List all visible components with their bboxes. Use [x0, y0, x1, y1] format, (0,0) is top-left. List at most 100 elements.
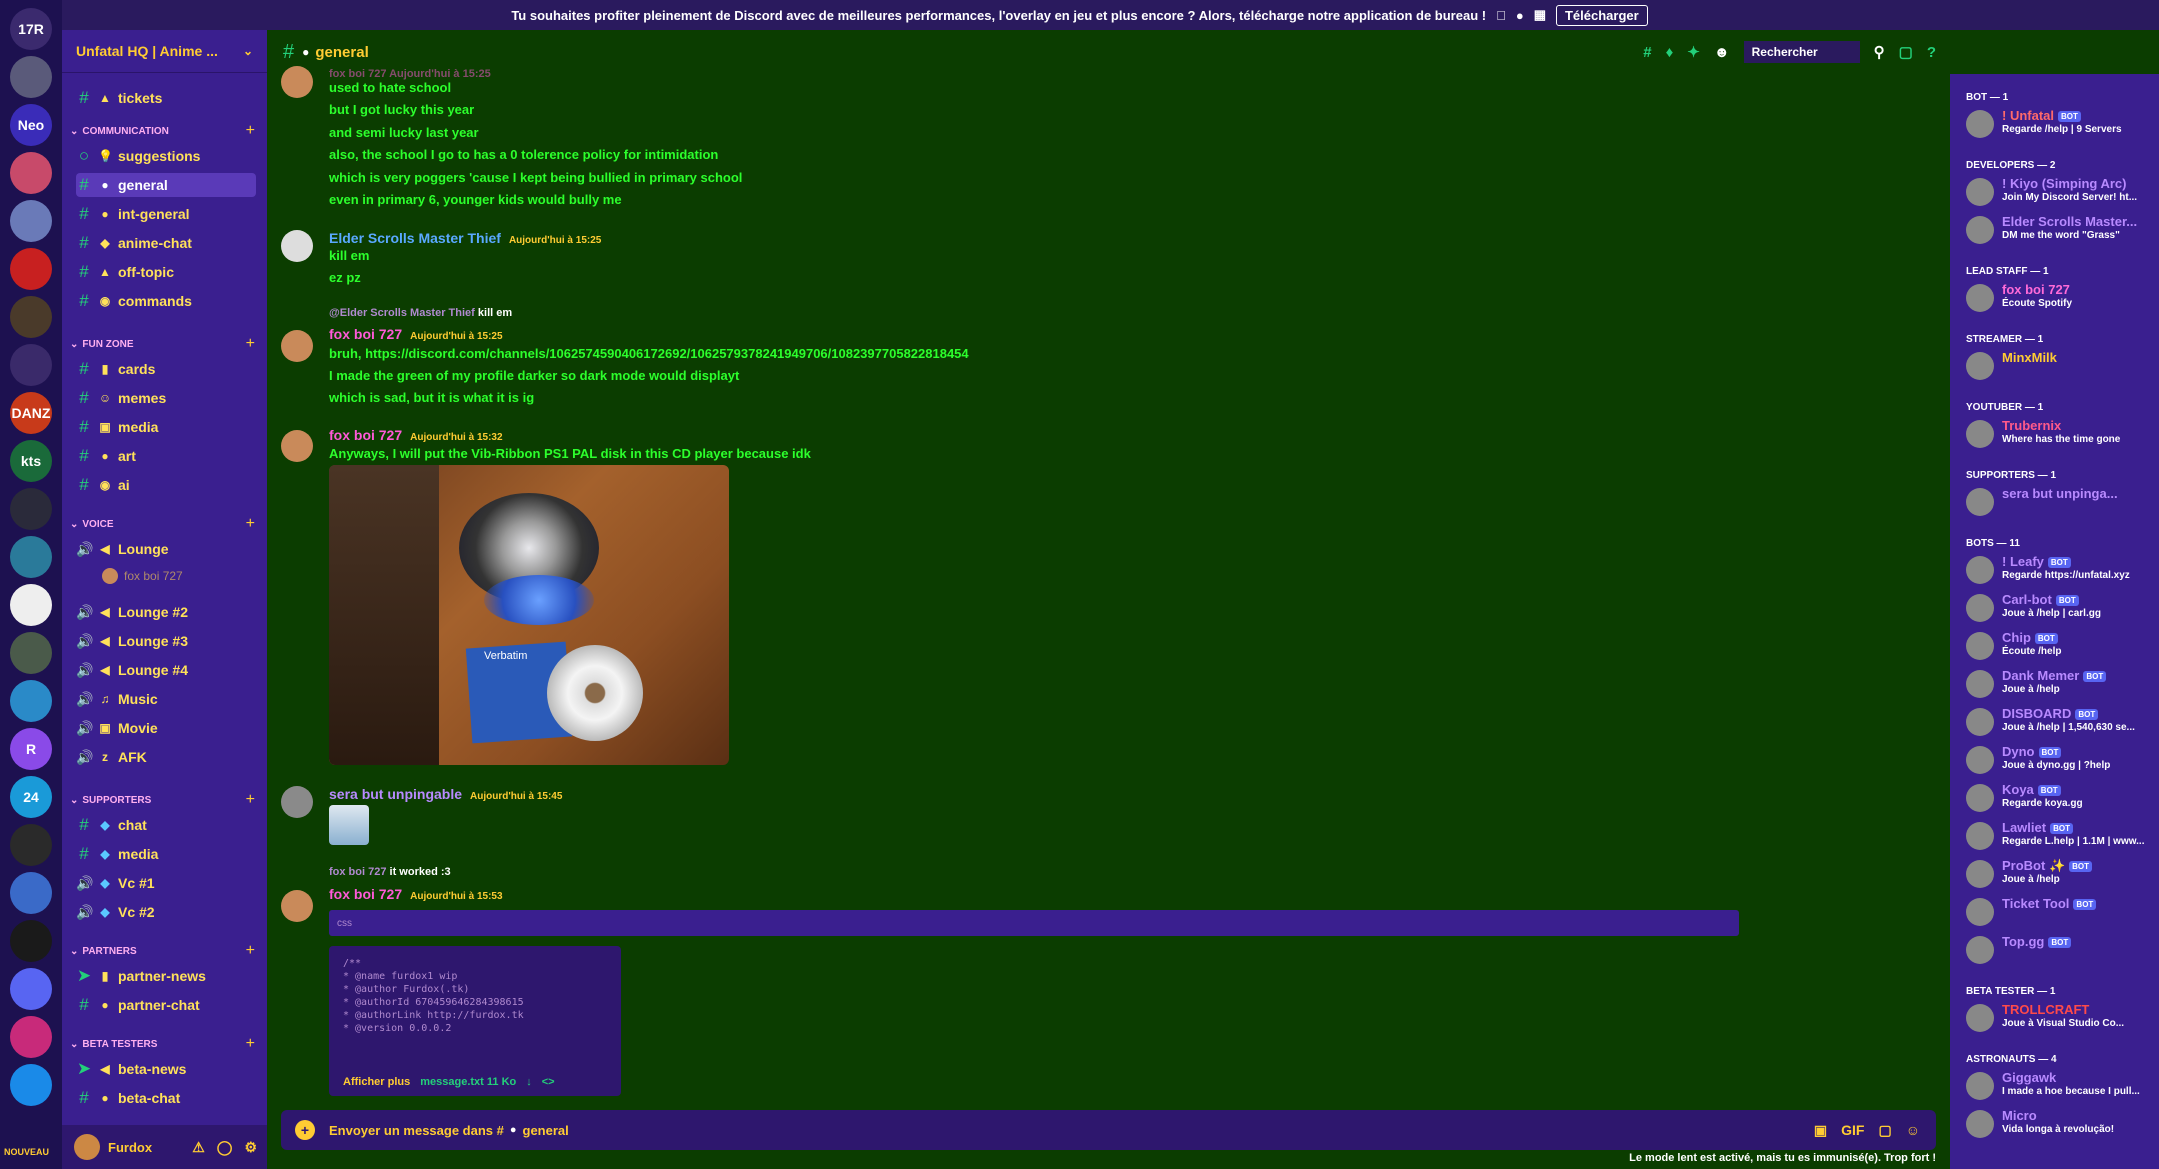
channel-partner-chat[interactable]: # ● partner-chat — [76, 993, 199, 1017]
member-item[interactable]: Ticket Tool BOT — [1966, 896, 2156, 932]
channel-beta-news[interactable]: ➤ ◀ beta-news — [76, 1057, 187, 1081]
member-item[interactable]: Elder Scrolls Master... DM me the word "G… — [1966, 214, 2156, 250]
server-icon[interactable] — [10, 488, 52, 530]
avatar[interactable] — [281, 230, 313, 262]
voice-lounge[interactable]: 🔊 ◀ Lounge — [76, 537, 169, 561]
bell-icon[interactable]: ♦ — [1666, 44, 1674, 61]
member-item[interactable]: Dyno BOT Joue à dyno.gg | ?help — [1966, 744, 2156, 780]
pin-icon[interactable]: ✦ — [1687, 43, 1700, 61]
avatar[interactable] — [281, 330, 313, 362]
server-icon[interactable] — [10, 1016, 52, 1058]
channel-memes[interactable]: # ☺ memes — [76, 386, 166, 410]
channel-suggestions[interactable]: ○ 💡 suggestions — [76, 144, 201, 168]
member-item[interactable]: Trubernix Where has the time gone — [1966, 418, 2156, 454]
message-author[interactable]: sera but unpingable Aujourd'hui à 15:45 — [329, 786, 562, 802]
help-icon[interactable]: ? — [1927, 44, 1936, 61]
avatar[interactable] — [281, 66, 313, 98]
add-channel-icon[interactable]: + — [246, 942, 255, 960]
server-icon[interactable] — [10, 920, 52, 962]
category-voice[interactable]: ⌄ VOICE + — [70, 515, 255, 533]
gift-icon[interactable]: ▣ — [1814, 1122, 1827, 1139]
avatar[interactable] — [74, 1134, 100, 1160]
voice-member[interactable]: fox boi 727 — [102, 568, 183, 584]
sticker-image[interactable] — [329, 805, 369, 845]
server-icon[interactable]: 24 — [10, 776, 52, 818]
server-icon[interactable] — [10, 1064, 52, 1106]
emoji-icon[interactable]: ☺ — [1906, 1122, 1920, 1139]
member-item[interactable]: Dank Memer BOT Joue à /help — [1966, 668, 2156, 704]
channel-partner-news[interactable]: ➤ ▮ partner-news — [76, 964, 206, 988]
member-item[interactable]: ! Unfatal BOT Regarde /help | 9 Servers — [1966, 108, 2156, 144]
search-input[interactable]: Rechercher — [1743, 41, 1860, 63]
server-icon[interactable] — [10, 152, 52, 194]
inbox-icon[interactable]: ▢ — [1899, 43, 1913, 61]
member-item[interactable]: ! Leafy BOT Regarde https://unfatal.xyz — [1966, 554, 2156, 590]
server-icon[interactable] — [10, 296, 52, 338]
message-input[interactable]: + Envoyer un message dans # ● general ▣ … — [281, 1110, 1936, 1150]
file-link[interactable]: message.txt 11 Ko — [420, 1076, 516, 1088]
gear-icon[interactable]: ⚙ — [244, 1139, 257, 1156]
message-author[interactable]: fox boi 727 Aujourd'hui à 15:25 — [329, 326, 503, 342]
voice-vc2[interactable]: 🔊 ◆ Vc #2 — [76, 900, 155, 924]
voice-movie[interactable]: 🔊 ▣ Movie — [76, 716, 158, 740]
voice-music[interactable]: 🔊 ♫ Music — [76, 687, 158, 711]
category-beta-testers[interactable]: ⌄ BETA TESTERS + — [70, 1035, 255, 1053]
channel-beta-chat[interactable]: # ● beta-chat — [76, 1086, 180, 1110]
gif-icon[interactable]: GIF — [1841, 1122, 1864, 1139]
server-icon[interactable] — [10, 56, 52, 98]
reply-preview[interactable]: fox boi 727 it worked :3 — [329, 866, 451, 878]
member-item[interactable]: Koya BOT Regarde koya.gg — [1966, 782, 2156, 818]
server-icon[interactable] — [10, 344, 52, 386]
member-item[interactable]: fox boi 727 Écoute Spotify — [1966, 282, 2156, 318]
headphones-icon[interactable]: ◯ — [217, 1139, 233, 1156]
member-item[interactable]: ! Kiyo (Simping Arc) Join My Discord Serv… — [1966, 176, 2156, 212]
channel-media[interactable]: # ▣ media — [76, 415, 158, 439]
voice-lounge-2[interactable]: 🔊 ◀ Lounge #2 — [76, 600, 188, 624]
member-item[interactable]: Micro Vida longa à revolução! — [1966, 1108, 2156, 1144]
voice-lounge-3[interactable]: 🔊 ◀ Lounge #3 — [76, 629, 188, 653]
message-author[interactable]: fox boi 727 Aujourd'hui à 15:53 — [329, 886, 503, 902]
member-item[interactable]: TROLLCRAFT Joue à Visual Studio Co... — [1966, 1002, 2156, 1038]
server-header[interactable]: Unfatal HQ | Anime ... ⌄ — [62, 30, 267, 73]
channel-art[interactable]: # ● art — [76, 444, 136, 468]
reply-preview[interactable]: @Elder Scrolls Master Thief kill em — [329, 307, 512, 319]
channel-int-general[interactable]: # ● int-general — [76, 202, 189, 226]
server-icon[interactable] — [10, 632, 52, 674]
member-item[interactable]: DISBOARD BOT Joue à /help | 1,540,630 se..… — [1966, 706, 2156, 742]
sticker-icon[interactable]: ▢ — [1878, 1122, 1891, 1139]
threads-icon[interactable]: # — [1643, 44, 1651, 61]
search-icon[interactable]: ⚲ — [1874, 43, 1885, 61]
member-item[interactable]: Carl-bot BOT Joue à /help | carl.gg — [1966, 592, 2156, 628]
member-item[interactable]: ProBot ✨ BOT Joue à /help — [1966, 858, 2156, 894]
server-icon[interactable]: DANZ — [10, 392, 52, 434]
channel-anime-chat[interactable]: # ◆ anime-chat — [76, 231, 192, 255]
channel-supporters-media[interactable]: # ◆ media — [76, 842, 158, 866]
channel-commands[interactable]: # ◉ commands — [76, 289, 192, 313]
add-channel-icon[interactable]: + — [246, 791, 255, 809]
members-icon[interactable]: ☻ — [1714, 44, 1730, 61]
channel-ai[interactable]: # ◉ ai — [76, 473, 129, 497]
server-icon[interactable] — [10, 248, 52, 290]
add-channel-icon[interactable]: + — [246, 515, 255, 533]
category-partners[interactable]: ⌄ PARTNERS + — [70, 942, 255, 960]
message-link[interactable]: bruh, https://discord.com/channels/10625… — [329, 346, 969, 361]
add-channel-icon[interactable]: + — [246, 122, 255, 140]
server-icon[interactable] — [10, 584, 52, 626]
download-icon[interactable]: ↓ — [526, 1076, 532, 1088]
channel-general[interactable]: # ● general — [76, 173, 256, 197]
add-channel-icon[interactable]: + — [246, 335, 255, 353]
member-item[interactable]: sera but unpinga... — [1966, 486, 2156, 522]
category-supporters[interactable]: ⌄ SUPPORTERS + — [70, 791, 255, 809]
add-attachment-icon[interactable]: + — [295, 1120, 315, 1140]
image-attachment[interactable]: Verbatim — [329, 465, 729, 765]
mute-mic-icon[interactable]: ⚠ — [192, 1139, 205, 1156]
voice-vc1[interactable]: 🔊 ◆ Vc #1 — [76, 871, 155, 895]
channel-cards[interactable]: # ▮ cards — [76, 357, 155, 381]
member-item[interactable]: MinxMilk — [1966, 350, 2156, 386]
member-item[interactable]: Lawliet BOT Regarde L.help | 1.1M | www... — [1966, 820, 2156, 856]
member-item[interactable]: Giggawk I made a hoe because I pull... — [1966, 1070, 2156, 1106]
server-icon[interactable] — [10, 536, 52, 578]
server-icon[interactable] — [10, 824, 52, 866]
channel-off-topic[interactable]: # ▲ off-topic — [76, 260, 174, 284]
code-view-icon[interactable]: <> — [542, 1076, 555, 1088]
